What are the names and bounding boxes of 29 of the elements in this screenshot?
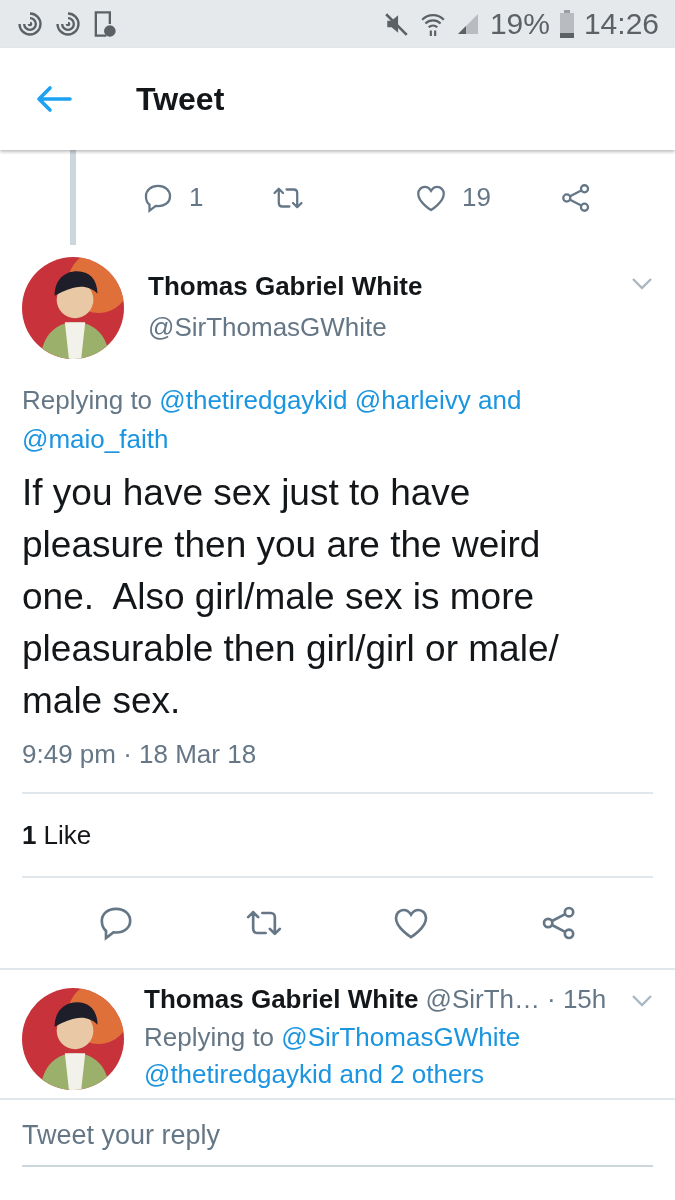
wifi-icon (419, 11, 446, 37)
replying-label: Replying to (144, 1022, 275, 1052)
mention-link[interactable]: @thetiredgaykid and 2 others (144, 1059, 485, 1089)
app-notification-icon (54, 10, 82, 38)
mention-link[interactable]: @harleivy and (354, 385, 522, 415)
screen-timer-icon (92, 10, 116, 38)
app-notification-icon (16, 10, 44, 38)
back-arrow-icon[interactable] (36, 85, 72, 113)
mute-icon (383, 11, 410, 37)
battery-icon (559, 10, 574, 38)
author-handle[interactable]: @SirThomasGWhite (148, 312, 631, 343)
author-handle[interactable]: @SirTh… (425, 984, 540, 1015)
tweet-text: If you have sex just to have pleasure then you are the weird one. Also girl/male sex is more pleasurable then girl/girl or male/ male sex. (22, 471, 560, 723)
page-title: Tweet (136, 80, 225, 118)
reply-field[interactable]: Tweet your reply (22, 1112, 653, 1167)
likes-count[interactable]: 1 (22, 819, 37, 851)
tweet-time: · 15h (547, 984, 607, 1015)
author-name[interactable]: Thomas Gabriel White (148, 271, 631, 302)
mention-link[interactable]: @thetiredgaykid (159, 385, 348, 415)
mention-link[interactable]: @SirThomasGWhite (281, 1022, 521, 1052)
action-count: 19 (462, 182, 491, 213)
likes-label[interactable]: Like (43, 819, 92, 851)
mention-link[interactable]: @maio_faith (22, 424, 169, 454)
author-name[interactable]: Thomas Gabriel White (144, 984, 419, 1015)
replying-label: Replying to (22, 385, 153, 415)
clock: 14:26 (583, 7, 659, 41)
tweet-timestamp: 9:49 pm · 18 Mar 18 (22, 739, 258, 770)
battery-percentage: 19% (489, 7, 550, 41)
action-count: 1 (189, 182, 204, 213)
